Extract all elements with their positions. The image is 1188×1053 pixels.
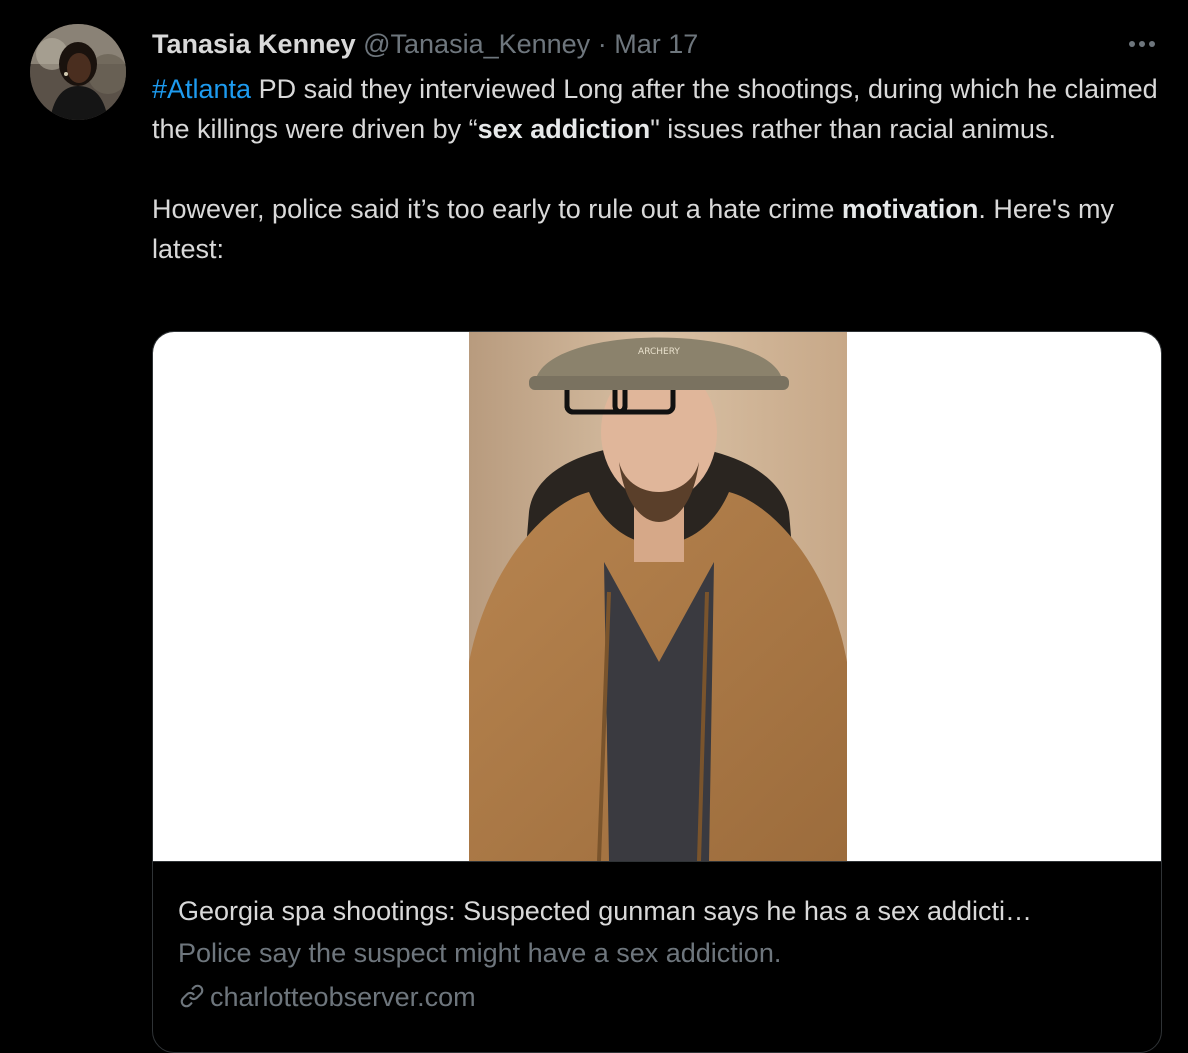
header-separator: ·: [597, 29, 607, 59]
card-photo: ARCHERY: [469, 332, 847, 861]
card-image[interactable]: ARCHERY: [153, 332, 1161, 861]
display-name[interactable]: Tanasia Kenney: [152, 29, 356, 59]
avatar-image: [30, 24, 126, 120]
tweet-text-segment: However, police said it’s too early to r…: [152, 194, 842, 224]
link-card[interactable]: ARCHERY Georgia spa shootings: Suspected…: [152, 331, 1162, 1053]
link-icon: [178, 982, 206, 1010]
card-title[interactable]: Georgia spa shootings: Suspected gunman …: [178, 893, 1138, 929]
tweet-text-segment: " issues rather than racial animus.: [650, 114, 1056, 144]
card-divider: [153, 861, 1161, 862]
avatar[interactable]: [30, 24, 126, 120]
tweet-paragraph-2: However, police said it’s too early to r…: [152, 189, 1162, 269]
hashtag-link[interactable]: #Atlanta: [152, 74, 251, 104]
card-description: Police say the suspect might have a sex …: [178, 938, 782, 968]
hat-text: ARCHERY: [638, 347, 680, 357]
user-handle[interactable]: @Tanasia_Kenney: [363, 29, 590, 59]
more-horizontal-icon[interactable]: [1124, 28, 1160, 60]
tweet-header: Tanasia Kenney @Tanasia_Kenney · Mar 17: [152, 26, 698, 62]
tweet-date[interactable]: Mar 17: [614, 29, 698, 59]
tweet-bold-text: sex addiction: [477, 114, 651, 144]
tweet-bold-text: motivation: [841, 194, 979, 224]
card-domain-text: charlotteobserver.com: [210, 982, 476, 1012]
tweet-paragraph-1: #Atlanta PD said they interviewed Long a…: [152, 69, 1162, 149]
tweet-text: #Atlanta PD said they interviewed Long a…: [152, 69, 1162, 269]
card-domain[interactable]: charlotteobserver.com: [178, 979, 476, 1015]
tweet[interactable]: Tanasia Kenney @Tanasia_Kenney · Mar 17 …: [0, 0, 1188, 1053]
